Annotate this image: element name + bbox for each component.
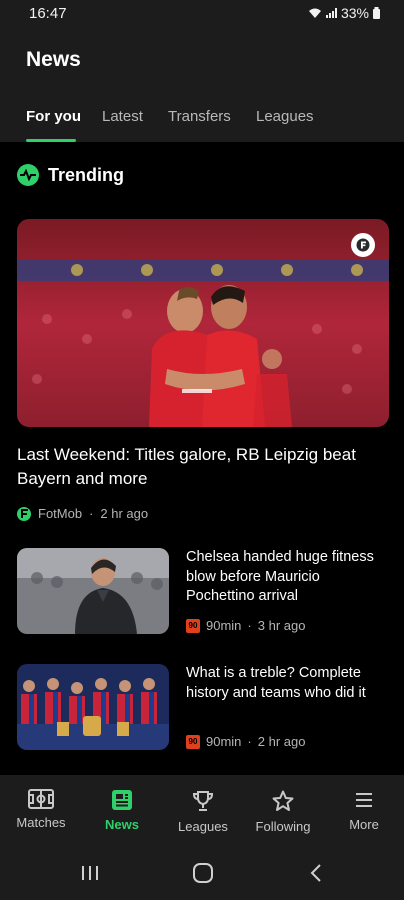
nav-matches[interactable]: Matches [1,789,81,830]
star-icon [272,790,294,811]
page-title: News [26,48,81,71]
article-time: 2 hr ago [257,734,306,749]
back-icon[interactable] [308,863,324,883]
tab-latest[interactable]: Latest [102,108,143,125]
battery-percent: 33% [340,5,369,21]
hero-source: FotMob [38,506,83,521]
recent-apps-icon[interactable] [80,863,100,883]
trending-label: Trending [48,164,124,185]
trophy-icon [192,791,214,811]
pulse-icon [17,164,39,186]
tab-for-you[interactable]: For you [26,108,81,125]
tab-leagues[interactable]: Leagues [256,108,314,125]
home-icon[interactable] [192,863,214,883]
ninety-min-logo-icon: 90 [186,734,200,749]
meta-separator: · [247,734,252,749]
wifi-icon [308,8,321,18]
fotmob-logo-icon [351,233,375,257]
trending-header: Trending [17,164,124,186]
fotmob-source-icon [17,506,31,521]
hero-article-meta: FotMob · 2 hr ago [17,506,148,521]
pitch-icon [28,789,54,809]
status-bar: 16:47 33% [0,0,404,28]
hero-article-image[interactable] [17,219,389,427]
menu-icon [356,793,372,807]
article-thumbnail[interactable] [17,548,169,634]
article-meta: 90 90min · 2 hr ago [186,734,305,749]
article-title[interactable]: What is a treble? Complete history and t… [186,664,382,703]
hero-time: 2 hr ago [100,506,149,521]
tab-bar: For you Latest Transfers Leagues [0,106,404,142]
article-source: 90min [206,734,242,749]
nav-news-label: News [105,817,139,832]
meta-separator: · [89,506,94,521]
meta-separator: · [247,618,252,633]
ninety-min-logo-icon: 90 [186,618,200,633]
nav-following[interactable]: Following [243,789,323,834]
hero-article-title[interactable]: Last Weekend: Titles galore, RB Leipzig … [17,443,389,491]
active-tab-indicator [26,139,76,142]
app-header: News For you Latest Transfers Leagues [0,28,404,142]
status-icons: 33% [308,5,380,21]
nav-more-label: More [349,817,379,832]
system-navigation-bar [0,849,404,900]
nav-following-label: Following [255,819,311,834]
battery-icon [373,7,380,19]
nav-more[interactable]: More [324,789,404,832]
nav-news[interactable]: News [82,789,162,832]
nav-matches-label: Matches [16,815,66,830]
status-time: 16:47 [29,5,67,22]
article-meta: 90 90min · 3 hr ago [186,618,305,633]
article-source: 90min [206,618,242,633]
article-title[interactable]: Chelsea handed huge fitness blow before … [186,548,382,607]
signal-icon [325,8,337,18]
bottom-navigation: Matches News Leagues Following More [0,775,404,849]
article-thumbnail[interactable] [17,664,169,750]
news-icon [112,790,132,810]
tab-transfers[interactable]: Transfers [168,108,231,125]
nav-leagues-label: Leagues [178,819,228,834]
nav-leagues[interactable]: Leagues [163,789,243,834]
article-time: 3 hr ago [257,618,306,633]
